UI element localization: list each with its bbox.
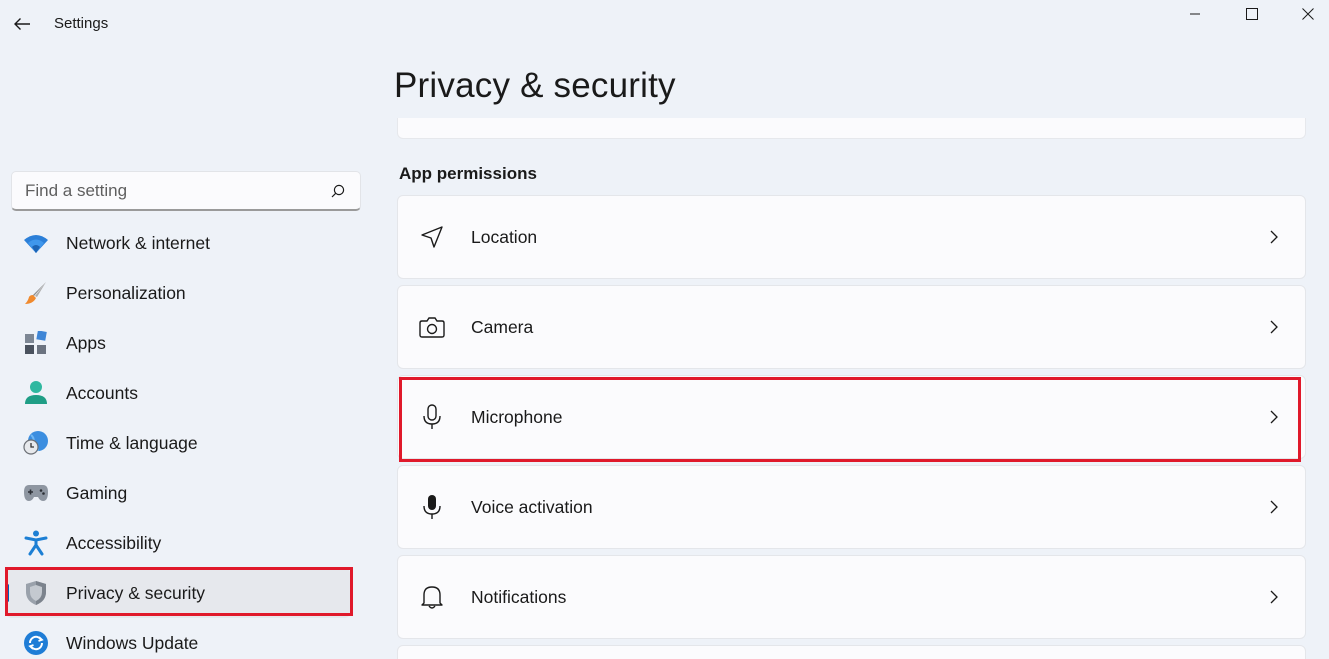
sidebar-item-gaming[interactable]: Gaming [6,468,350,518]
active-indicator [6,584,9,602]
back-arrow-icon [14,18,30,30]
back-button[interactable] [8,10,36,38]
bell-icon [418,583,446,611]
chevron-right-icon [1267,318,1281,336]
title-bar: Settings [0,0,1329,46]
search-input[interactable] [25,180,329,201]
sidebar-item-label: Network & internet [66,232,210,253]
sidebar-item-accessibility[interactable]: Accessibility [6,518,350,568]
maximize-icon [1246,8,1258,20]
search-box[interactable] [11,171,361,211]
minimize-icon [1190,13,1200,15]
microphone-icon [418,403,446,431]
chevron-right-icon [1267,498,1281,516]
apps-icon [22,329,50,357]
previous-card-edge [397,118,1306,139]
microphone-filled-icon [418,493,446,521]
location-icon [418,223,446,251]
permission-label: Voice activation [471,496,593,517]
sidebar-nav: Network & internet Personalization Apps [0,218,370,659]
sidebar-item-label: Apps [66,332,106,353]
accessibility-icon [22,529,50,557]
chevron-right-icon [1267,588,1281,606]
sidebar-item-label: Personalization [66,282,186,303]
permission-notifications[interactable]: Notifications [397,555,1306,639]
sidebar-item-apps[interactable]: Apps [6,318,350,368]
sidebar-item-label: Accessibility [66,532,162,553]
person-icon [22,379,50,407]
permission-location[interactable]: Location [397,195,1306,279]
sidebar-item-label: Accounts [66,382,138,403]
close-icon [1302,8,1314,20]
sidebar-item-windows-update[interactable]: Windows Update [6,618,350,659]
sidebar-item-label: Windows Update [66,632,199,653]
wifi-icon [22,229,50,257]
maximize-button[interactable] [1229,0,1275,28]
camera-icon [418,313,446,341]
sidebar-item-label: Gaming [66,482,128,503]
sidebar-item-personalization[interactable]: Personalization [6,268,350,318]
permission-microphone[interactable]: Microphone [397,375,1306,459]
permission-label: Camera [471,316,534,337]
paintbrush-icon [22,279,50,307]
permission-label: Location [471,226,538,247]
sidebar-item-network[interactable]: Network & internet [6,218,350,268]
sidebar-item-accounts[interactable]: Accounts [6,368,350,418]
sidebar-item-privacy-security[interactable]: Privacy & security [6,568,350,618]
chevron-right-icon [1267,228,1281,246]
search-icon[interactable] [329,182,347,200]
permission-label: Notifications [471,586,567,607]
page-title: Privacy & security [394,66,676,105]
shield-icon [22,579,50,607]
section-label: App permissions [399,164,537,183]
sidebar-item-label: Privacy & security [66,582,206,603]
permission-camera[interactable]: Camera [397,285,1306,369]
chevron-right-icon [1267,408,1281,426]
minimize-button[interactable] [1172,0,1218,28]
gamepad-icon [22,479,50,507]
permission-next-partial[interactable] [397,645,1306,659]
close-button[interactable] [1285,0,1329,28]
app-title: Settings [54,15,109,32]
sidebar-item-time-language[interactable]: Time & language [6,418,350,468]
update-icon [22,629,50,657]
permission-label: Microphone [471,406,563,427]
permission-voice-activation[interactable]: Voice activation [397,465,1306,549]
sidebar-item-label: Time & language [66,432,198,453]
globe-clock-icon [22,429,50,457]
